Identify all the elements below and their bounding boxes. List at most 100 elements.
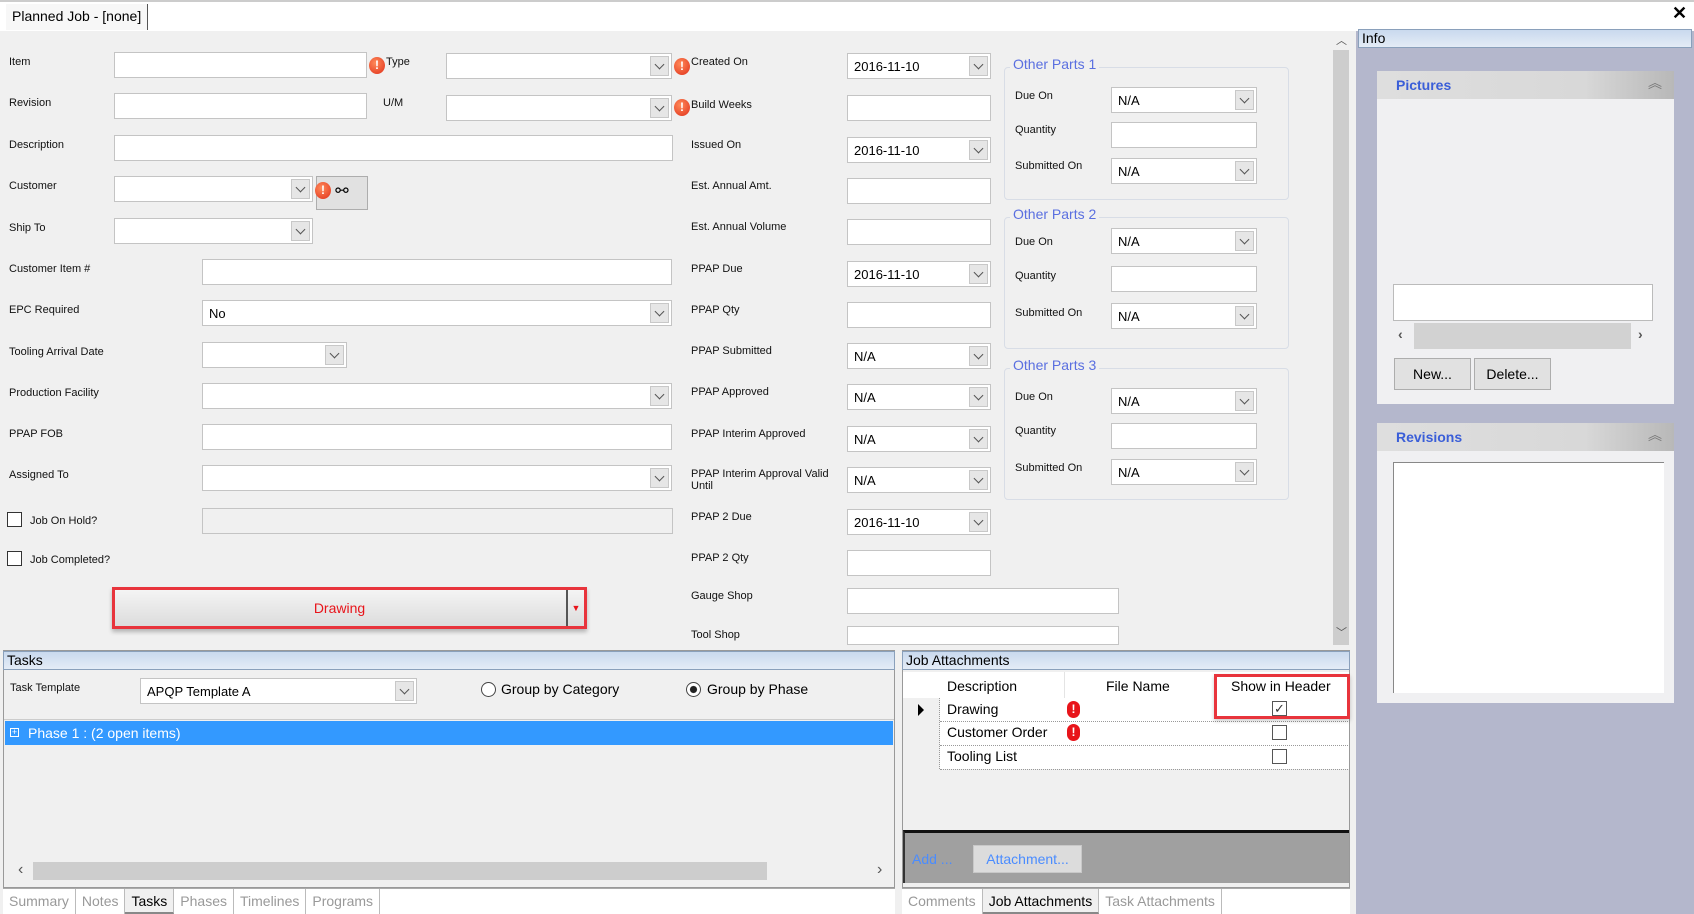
other-parts-2-quantity-input[interactable]: [1111, 266, 1257, 292]
chevron-down-icon[interactable]: [325, 345, 344, 365]
assigned-to-select[interactable]: [202, 465, 672, 491]
um-select[interactable]: [446, 95, 672, 121]
chevron-left-icon[interactable]: ‹: [18, 861, 23, 879]
tab-programs[interactable]: Programs: [306, 889, 381, 914]
other-parts-1-submitted-on-select[interactable]: N/A: [1111, 158, 1257, 184]
est-annual-volume-input[interactable]: [847, 219, 991, 245]
tab-tasks[interactable]: Tasks: [125, 889, 175, 914]
tab-summary[interactable]: Summary: [3, 889, 76, 914]
job-completed-checkbox[interactable]: [7, 551, 22, 566]
collapse-icon[interactable]: ︽: [1648, 73, 1662, 93]
scroll-up-icon[interactable]: ︿: [1336, 32, 1347, 48]
form-vertical-scrollbar[interactable]: ︿ ﹀: [1332, 32, 1350, 645]
revisions-list[interactable]: [1393, 462, 1664, 693]
other-parts-2-due-on-select[interactable]: N/A: [1111, 228, 1257, 254]
pictures-header[interactable]: Pictures ︽: [1377, 71, 1674, 99]
chevron-down-icon[interactable]: [1235, 391, 1254, 411]
job-on-hold-checkbox[interactable]: [7, 512, 22, 527]
gauge-shop-input[interactable]: [847, 588, 1119, 614]
revision-input[interactable]: [114, 93, 367, 119]
created-on-date[interactable]: 2016-11-10: [847, 53, 991, 79]
expand-icon[interactable]: +: [10, 728, 19, 737]
issued-on-date[interactable]: 2016-11-10: [847, 137, 991, 163]
other-parts-1-due-on-select[interactable]: N/A: [1111, 87, 1257, 113]
caret-down-icon[interactable]: ▼: [566, 590, 584, 626]
group-by-phase-radio[interactable]: [686, 682, 701, 697]
chevron-down-icon[interactable]: [969, 346, 988, 366]
tab-comments[interactable]: Comments: [902, 889, 983, 914]
chevron-down-icon[interactable]: [650, 56, 669, 76]
ppap-qty-input[interactable]: [847, 302, 991, 328]
attachment-description[interactable]: Drawing: [947, 701, 998, 717]
chevron-down-icon[interactable]: [291, 221, 310, 241]
add-attachment-button[interactable]: Attachment...: [973, 845, 1082, 873]
chevron-down-icon[interactable]: [650, 98, 669, 118]
show-in-header-checkbox[interactable]: [1272, 725, 1287, 740]
task-template-select[interactable]: APQP Template A: [140, 678, 417, 704]
chevron-left-icon[interactable]: ‹: [1398, 326, 1403, 342]
other-parts-1-quantity-input[interactable]: [1111, 122, 1257, 148]
production-facility-select[interactable]: [202, 383, 672, 409]
chevron-down-icon[interactable]: [395, 681, 414, 701]
ppap-approved-select[interactable]: N/A: [847, 384, 991, 410]
new-picture-button[interactable]: New...: [1394, 358, 1471, 390]
chevron-down-icon[interactable]: [650, 303, 669, 323]
chevron-down-icon[interactable]: [650, 468, 669, 488]
chevron-down-icon[interactable]: [1235, 161, 1254, 181]
chevron-right-icon[interactable]: ›: [877, 861, 882, 879]
tab-task-attachments[interactable]: Task Attachments: [1099, 889, 1222, 914]
ppap-interim-valid-select[interactable]: N/A: [847, 467, 991, 493]
column-header-description[interactable]: Description: [947, 678, 1017, 694]
scroll-down-icon[interactable]: ﹀: [1336, 624, 1347, 640]
chevron-down-icon[interactable]: [1235, 462, 1254, 482]
customer-select[interactable]: [114, 176, 313, 202]
est-annual-amt-input[interactable]: [847, 178, 991, 204]
scrollbar-thumb[interactable]: [1414, 323, 1631, 349]
ppap-due-date[interactable]: 2016-11-10: [847, 261, 991, 287]
show-in-header-checkbox[interactable]: [1272, 749, 1287, 764]
tasks-horizontal-scrollbar[interactable]: ‹ ›: [5, 861, 894, 881]
tab-notes[interactable]: Notes: [76, 889, 126, 914]
chevron-down-icon[interactable]: [969, 140, 988, 160]
delete-picture-button[interactable]: Delete...: [1474, 358, 1551, 390]
tab-timelines[interactable]: Timelines: [234, 889, 307, 914]
tooling-arrival-select[interactable]: [202, 342, 347, 368]
type-select[interactable]: [446, 53, 672, 79]
chevron-down-icon[interactable]: [1235, 231, 1254, 251]
other-parts-2-submitted-on-select[interactable]: N/A: [1111, 303, 1257, 329]
ppap-fob-input[interactable]: [202, 424, 672, 450]
chevron-down-icon[interactable]: [969, 387, 988, 407]
customer-item-input[interactable]: [202, 259, 672, 285]
attachment-description[interactable]: Tooling List: [947, 748, 1017, 764]
pictures-scrollbar[interactable]: ‹ ›: [1393, 323, 1653, 349]
chevron-down-icon[interactable]: [1235, 306, 1254, 326]
attachment-description[interactable]: Customer Order: [947, 724, 1047, 740]
chevron-down-icon[interactable]: [969, 264, 988, 284]
tab-phases[interactable]: Phases: [174, 889, 234, 914]
group-by-category-radio[interactable]: [481, 682, 496, 697]
other-parts-3-submitted-on-select[interactable]: N/A: [1111, 459, 1257, 485]
ship-to-select[interactable]: [114, 218, 313, 244]
scrollbar-thumb[interactable]: [1333, 50, 1349, 645]
picture-name-input[interactable]: [1393, 284, 1653, 321]
other-parts-3-due-on-select[interactable]: N/A: [1111, 388, 1257, 414]
chevron-right-icon[interactable]: ›: [1638, 326, 1643, 342]
item-input[interactable]: [114, 52, 367, 78]
phase-row[interactable]: + Phase 1 : (2 open items): [5, 721, 893, 745]
revisions-header[interactable]: Revisions ︽: [1377, 423, 1674, 451]
close-icon[interactable]: ✕: [1672, 3, 1687, 24]
chevron-down-icon[interactable]: [650, 386, 669, 406]
epc-required-select[interactable]: No: [202, 300, 672, 326]
ppap-submitted-select[interactable]: N/A: [847, 343, 991, 369]
column-header-file-name[interactable]: File Name: [1106, 678, 1170, 694]
description-input[interactable]: [114, 135, 673, 161]
scrollbar-thumb[interactable]: [33, 862, 767, 880]
chevron-down-icon[interactable]: [291, 179, 310, 199]
chevron-down-icon[interactable]: [969, 470, 988, 490]
build-weeks-input[interactable]: [847, 95, 991, 121]
collapse-icon[interactable]: ︽: [1648, 425, 1662, 445]
chevron-down-icon[interactable]: [1235, 90, 1254, 110]
chevron-down-icon[interactable]: [969, 56, 988, 76]
drawing-split-button[interactable]: Drawing ▼: [112, 587, 587, 629]
chevron-down-icon[interactable]: [969, 429, 988, 449]
